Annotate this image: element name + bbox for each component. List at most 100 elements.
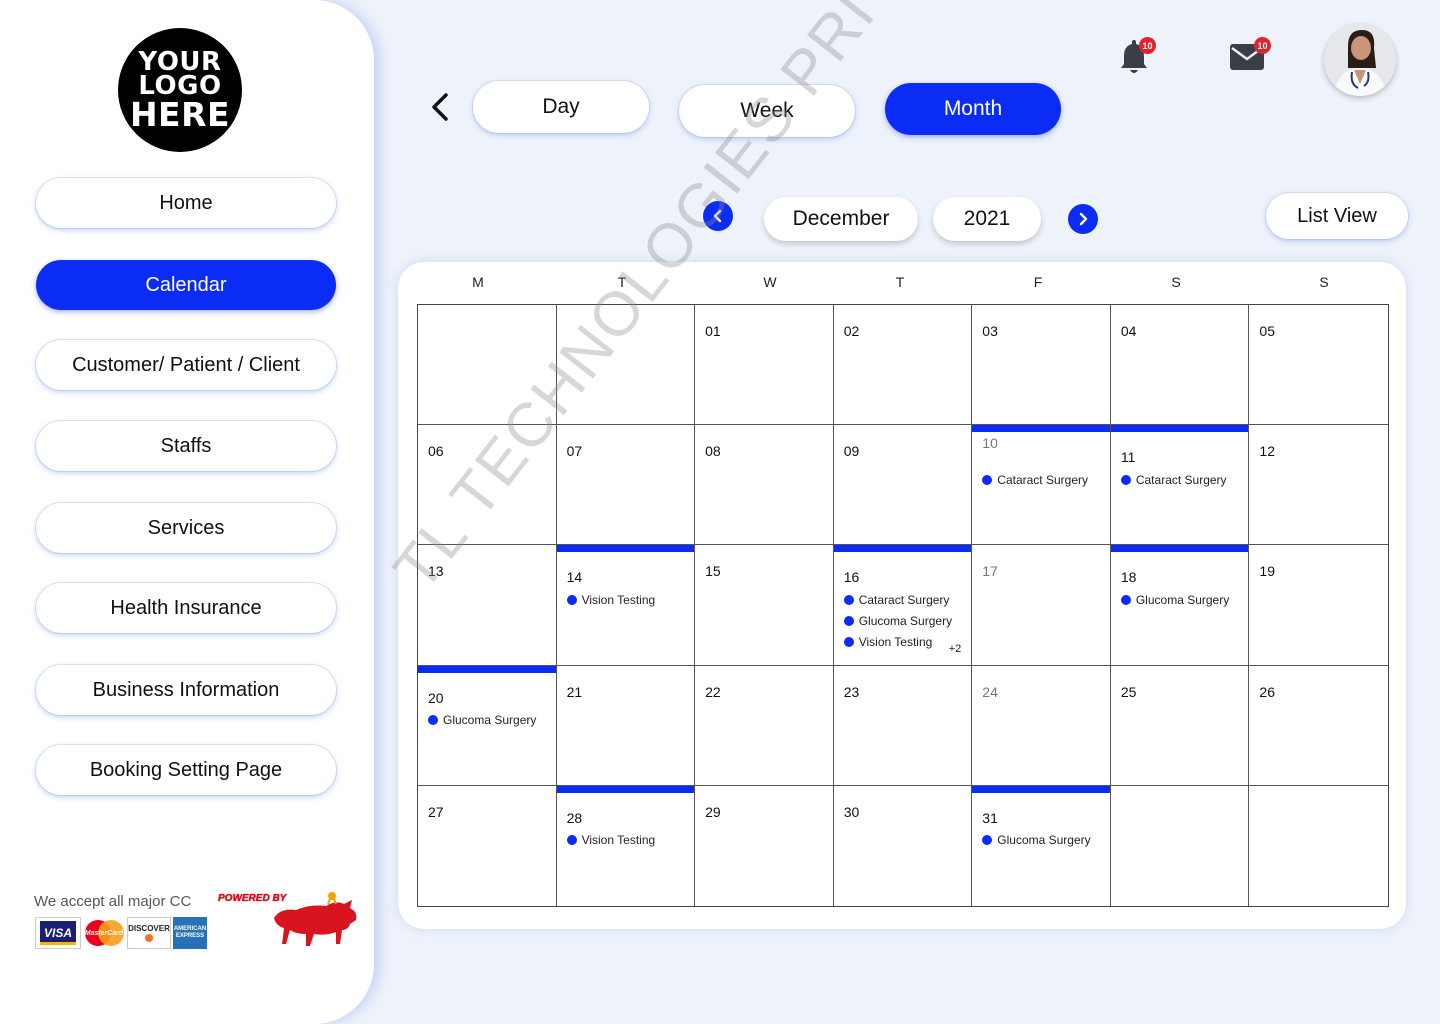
calendar-day-cell[interactable]: 11 Cataract Surgery	[1110, 425, 1250, 546]
calendar-day-cell[interactable]: 29	[695, 785, 834, 906]
calendar-day-cell[interactable]: 01	[695, 305, 834, 426]
event-item[interactable]: Glucoma Surgery	[1120, 589, 1245, 610]
calendar-day-cell[interactable]: 03	[972, 305, 1111, 426]
sidebar-item-label: Customer/ Patient / Client	[72, 353, 300, 376]
event-dot-icon	[843, 594, 854, 605]
sidebar-item-staffs[interactable]: Staffs	[36, 421, 336, 471]
day-number: 07	[566, 443, 583, 460]
event-item[interactable]: Vision Testing	[566, 589, 691, 610]
calendar-day-cell[interactable]: 15	[695, 545, 834, 666]
tab-week[interactable]: Week	[679, 85, 855, 137]
list-view-label: List View	[1297, 204, 1377, 227]
calendar-grid: 01 02 03 04 05 06 07 08 09 10 Cataract Surgery 11 Ca…	[417, 304, 1389, 907]
event-label: Glucoma Surgery	[858, 613, 953, 628]
sidebar-item-calendar[interactable]: Calendar	[36, 260, 336, 310]
event-item[interactable]: Glucoma Surgery	[982, 830, 1106, 851]
day-number: 04	[1120, 323, 1137, 339]
calendar-day-cell[interactable]: 14 Vision Testing	[556, 545, 696, 666]
calendar-day-cell[interactable]: 19	[1249, 545, 1388, 666]
event-list: Glucoma Surgery	[1120, 589, 1245, 610]
calendar-day-cell[interactable]: 02	[833, 305, 973, 426]
event-label: Cataract Surgery	[858, 592, 950, 607]
calendar-day-cell[interactable]: 25	[1110, 665, 1250, 786]
year-select-value: 2021	[963, 207, 1011, 230]
year-select[interactable]: 2021	[933, 197, 1041, 241]
calendar-day-cell[interactable]: 08	[695, 425, 834, 546]
sidebar-item-business-information[interactable]: Business Information	[36, 665, 336, 715]
calendar-day-cell[interactable]: 10 Cataract Surgery	[972, 425, 1111, 546]
avatar[interactable]	[1324, 24, 1396, 96]
tab-week-label: Week	[740, 99, 794, 122]
day-number: 21	[566, 683, 583, 700]
calendar-day-cell[interactable]: 18 Glucoma Surgery	[1110, 545, 1250, 666]
event-dot-icon	[566, 835, 577, 846]
calendar-day-cell[interactable]: 07	[556, 425, 696, 546]
calendar-day-cell[interactable]: 04	[1110, 305, 1250, 426]
day-number: 28	[566, 809, 583, 826]
event-item[interactable]: Cataract Surgery	[982, 469, 1106, 490]
sidebar-item-home[interactable]: Home	[36, 178, 336, 228]
calendar-day-cell[interactable]: 22	[695, 665, 834, 786]
event-item[interactable]: Cataract Surgery	[843, 589, 968, 610]
mail-badge: 10	[1254, 37, 1271, 54]
calendar-day-cell[interactable]: 26	[1249, 666, 1388, 786]
next-month-icon	[1079, 212, 1088, 226]
calendar-day-cell[interactable]: 21	[556, 665, 696, 786]
sidebar-item-booking-setting[interactable]: Booking Setting Page	[36, 745, 336, 795]
day-number: 10	[982, 435, 998, 452]
calendar-day-cell[interactable]: 20 Glucoma Surgery	[418, 665, 557, 786]
next-month-button[interactable]	[1068, 204, 1098, 234]
tab-day-label: Day	[542, 95, 580, 118]
more-events-link[interactable]: +2	[949, 643, 962, 655]
event-dot-icon	[982, 835, 993, 846]
calendar-day-cell[interactable]: 17	[972, 545, 1111, 666]
calendar-day-cell[interactable]	[1249, 786, 1388, 906]
back-arrow-icon[interactable]	[428, 92, 452, 122]
logo[interactable]: YOUR LOGO HERE	[118, 28, 242, 152]
calendar-day-cell[interactable]: 06	[418, 425, 557, 546]
calendar-day-cell[interactable]: 12	[1249, 425, 1388, 546]
event-list: Vision Testing	[566, 830, 691, 851]
calendar-day-cell[interactable]	[1111, 785, 1250, 906]
tab-month-label: Month	[943, 97, 1003, 120]
sidebar-item-services[interactable]: Services	[36, 503, 336, 553]
event-dot-icon	[982, 474, 993, 485]
calendar-day-cell[interactable]	[556, 305, 696, 426]
calendar-day-cell[interactable]: 31 Glucoma Surgery	[972, 785, 1111, 906]
messages-button[interactable]: 10	[1228, 37, 1271, 76]
calendar-day-cell[interactable]: 23	[833, 665, 973, 786]
day-number: 01	[705, 323, 721, 339]
sidebar-item-health-insurance[interactable]: Health Insurance	[36, 583, 336, 633]
event-label: Vision Testing	[581, 592, 656, 607]
calendar-day-cell[interactable]: 30	[834, 785, 973, 906]
calendar-day-cell[interactable]: 09	[833, 425, 973, 546]
prev-month-button[interactable]	[703, 201, 733, 231]
event-item[interactable]: Glucoma Surgery	[843, 610, 968, 631]
day-number: 15	[705, 563, 721, 580]
event-item[interactable]: Vision Testing	[566, 830, 691, 851]
event-item[interactable]: Glucoma Surgery	[428, 710, 552, 731]
month-select[interactable]: December	[764, 197, 918, 241]
notifications-button[interactable]: 10	[1114, 37, 1156, 78]
bull-logo-icon	[274, 891, 357, 946]
list-view-button[interactable]: List View	[1266, 193, 1408, 239]
card-logos: VISA MasterCard DISCOVER AMERICAN EXPRES…	[35, 917, 207, 949]
day-number: 11	[1120, 449, 1136, 466]
calendar-day-cell[interactable]	[418, 305, 557, 426]
day-number: 02	[843, 323, 860, 339]
sidebar-item-customer[interactable]: Customer/ Patient / Client	[36, 340, 336, 390]
weekday-header: M	[472, 274, 484, 290]
event-list: Cataract Surgery	[1120, 469, 1245, 490]
tab-day[interactable]: Day	[473, 81, 649, 133]
calendar-day-cell[interactable]: 27	[418, 785, 557, 906]
calendar-day-cell[interactable]: 05	[1249, 305, 1388, 426]
sidebar: YOUR LOGO HERE Home Calendar Customer/ P…	[0, 0, 374, 1024]
calendar-day-cell[interactable]: 28 Vision Testing	[556, 785, 696, 906]
calendar-day-cell[interactable]: 24	[972, 665, 1111, 786]
event-item[interactable]: Cataract Surgery	[1120, 469, 1245, 490]
event-label: Vision Testing	[858, 634, 933, 649]
calendar-day-cell[interactable]: 13	[418, 545, 557, 666]
calendar-day-cell[interactable]: 16 Cataract Surgery Glucoma Surgery Vision …	[833, 545, 973, 666]
day-number: 31	[982, 809, 998, 826]
tab-month[interactable]: Month	[885, 83, 1061, 135]
